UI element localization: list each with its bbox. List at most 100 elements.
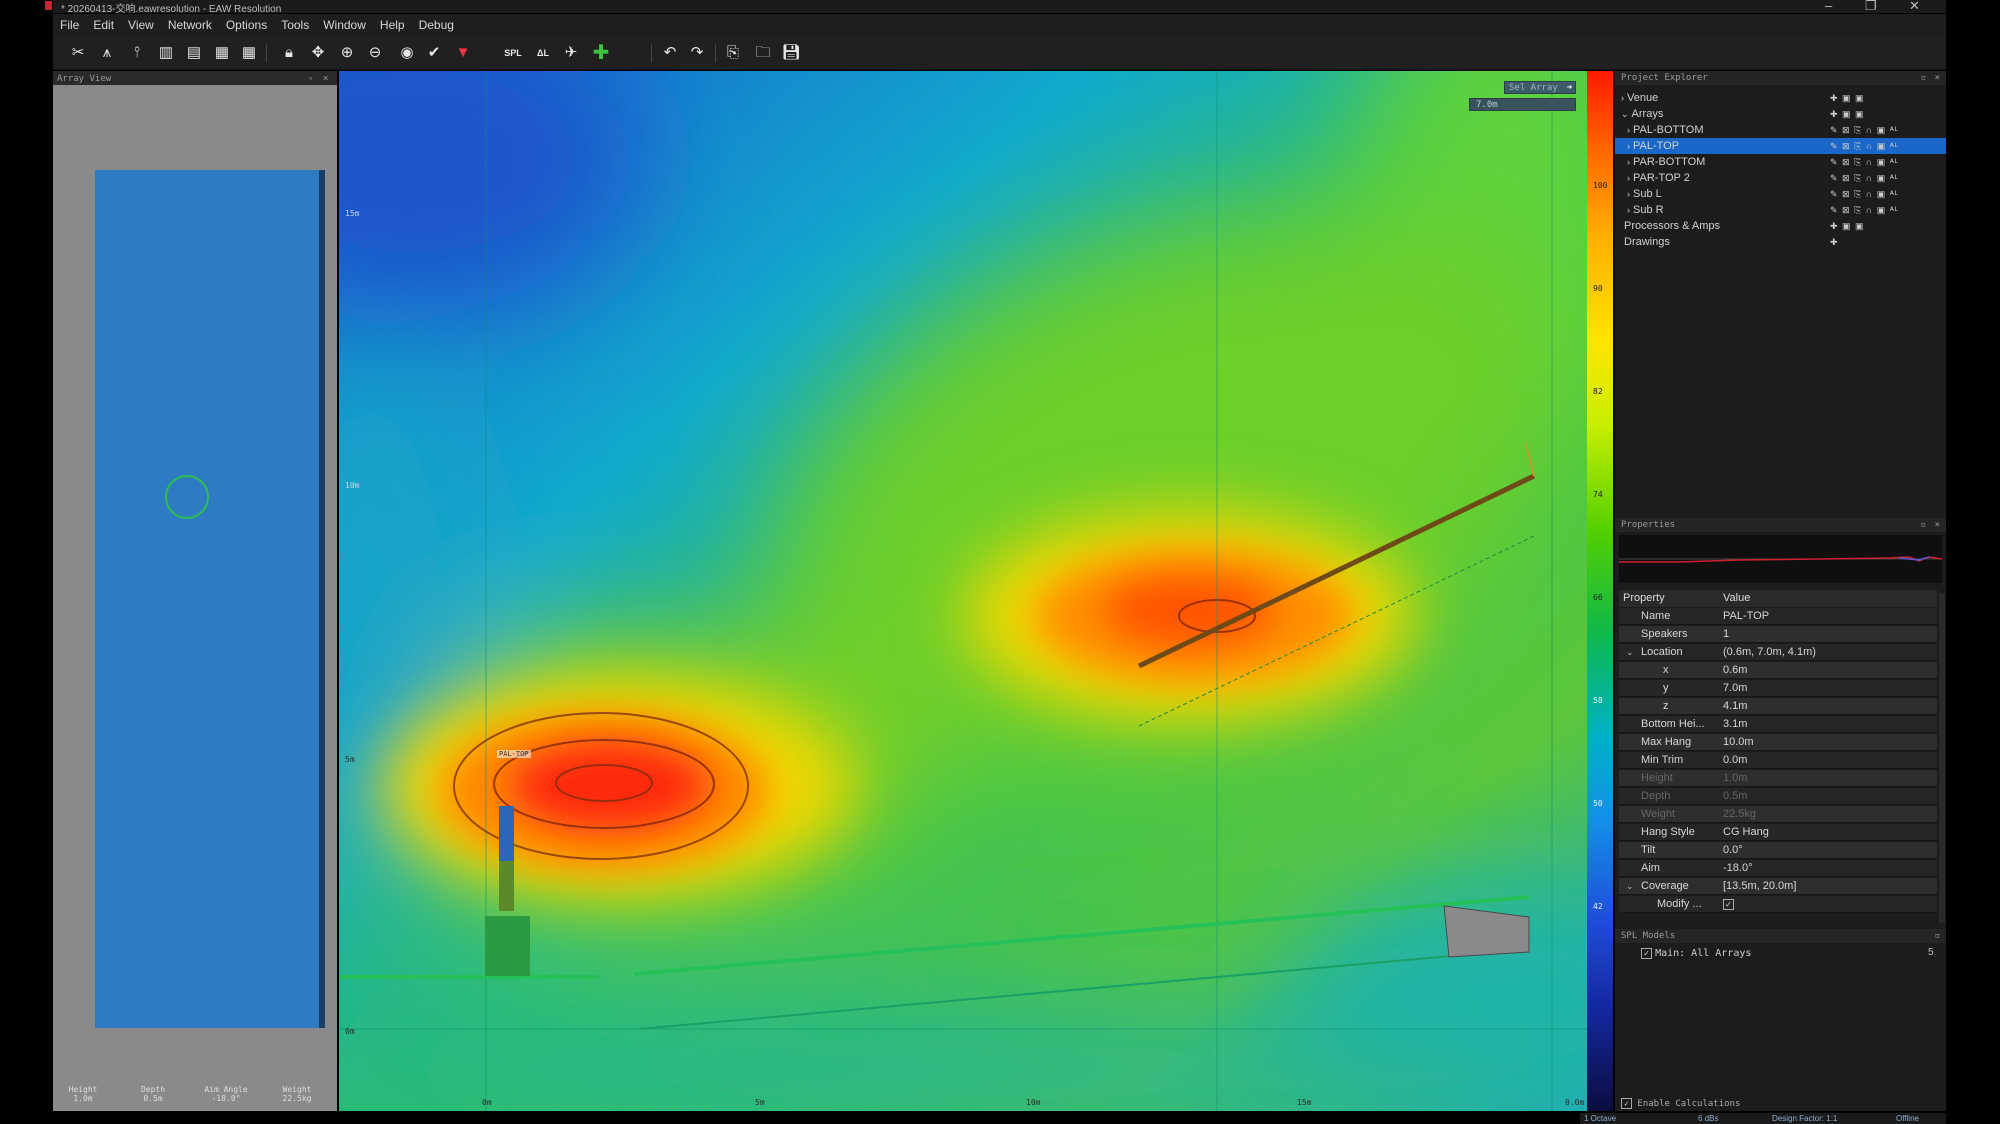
expand-icon[interactable]: › bbox=[1627, 189, 1630, 199]
array-icon[interactable]: ⩚ bbox=[97, 43, 117, 63]
property-row[interactable]: z 4.1m bbox=[1619, 698, 1937, 715]
property-row[interactable]: Speakers 1 bbox=[1619, 626, 1937, 643]
property-value[interactable]: -18.0° bbox=[1723, 860, 1752, 877]
mic-icon[interactable]: ▼ bbox=[453, 43, 473, 63]
enable-calc-checkbox[interactable]: ✓ bbox=[1621, 1098, 1632, 1109]
spl-icon[interactable]: SPL bbox=[503, 43, 523, 63]
selected-array-dropdown[interactable]: Sel Array ➜ bbox=[1504, 81, 1576, 94]
bars-icon[interactable]: ▥ bbox=[156, 43, 176, 63]
expand-icon[interactable]: › bbox=[1627, 141, 1630, 151]
zoom-out-icon[interactable]: ⊖ bbox=[365, 43, 385, 63]
tree-item[interactable]: › Sub R ✎ ⊠ ⎘ ∩ ▣ ᴬᴸ bbox=[1615, 202, 1946, 218]
bars-icon[interactable]: ▦ bbox=[239, 43, 259, 63]
property-row[interactable]: Name PAL-TOP bbox=[1619, 608, 1937, 625]
property-value[interactable]: 7.0m bbox=[1723, 680, 1747, 697]
open-icon[interactable]: 🗀︎ bbox=[753, 43, 773, 63]
minimize-button[interactable]: – bbox=[1825, 0, 1832, 13]
check-icon[interactable]: ✔ bbox=[424, 43, 444, 63]
property-row[interactable]: Bottom Hei... 3.1m bbox=[1619, 716, 1937, 733]
selected-value-field[interactable]: 7.0m bbox=[1469, 98, 1576, 111]
item-tools-icon[interactable]: ✎ ⊠ ⎘ ∩ ▣ ᴬᴸ bbox=[1830, 122, 1899, 138]
plus-icon[interactable]: ✚ bbox=[591, 43, 611, 63]
property-value[interactable]: 4.1m bbox=[1723, 698, 1747, 715]
bars-icon[interactable]: ▦ bbox=[212, 43, 232, 63]
menu-window[interactable]: Window bbox=[316, 18, 373, 32]
tree-item[interactable]: Processors & Amps ✚ ▣ ▣ bbox=[1615, 218, 1946, 234]
property-row[interactable]: Weight 22.5kg bbox=[1619, 806, 1937, 823]
property-row[interactable]: Tilt 0.0° bbox=[1619, 842, 1937, 859]
property-value[interactable]: 0.0° bbox=[1723, 842, 1743, 859]
property-row[interactable]: Max Hang 10.0m bbox=[1619, 734, 1937, 751]
property-row[interactable]: ⌄ Location (0.6m, 7.0m, 4.1m) bbox=[1619, 644, 1937, 661]
properties-scrollbar[interactable] bbox=[1939, 593, 1945, 923]
property-row[interactable]: Aim -18.0° bbox=[1619, 860, 1937, 877]
property-value[interactable]: CG Hang bbox=[1723, 824, 1769, 841]
undo-icon[interactable]: ↶ bbox=[660, 43, 680, 63]
pin-icon[interactable]: ▫ bbox=[309, 71, 312, 85]
property-value[interactable]: 22.5kg bbox=[1723, 806, 1756, 823]
tree-item[interactable]: › Venue ✚ ▣ ▣ bbox=[1615, 90, 1946, 106]
spl-heatmap[interactable] bbox=[339, 71, 1587, 1111]
property-value[interactable]: PAL-TOP bbox=[1723, 608, 1769, 625]
item-tools-icon[interactable]: ✚ bbox=[1830, 234, 1839, 250]
enable-calculations[interactable]: ✓ Enable Calculations bbox=[1621, 1098, 1740, 1109]
status-db[interactable]: 6 dBs bbox=[1698, 1113, 1718, 1124]
spl-icon[interactable]: ΔL bbox=[533, 43, 553, 63]
property-value[interactable]: [13.5m, 20.0m] bbox=[1723, 878, 1796, 895]
save-icon[interactable]: 💾︎ bbox=[781, 43, 801, 63]
expand-icon[interactable]: ⌄ bbox=[1621, 109, 1629, 119]
item-tools-icon[interactable]: ✚ ▣ ▣ bbox=[1830, 106, 1865, 122]
menu-options[interactable]: Options bbox=[219, 18, 274, 32]
menu-edit[interactable]: Edit bbox=[86, 18, 121, 32]
array-speaker-view[interactable] bbox=[95, 170, 325, 1028]
property-value[interactable]: 1 bbox=[1723, 626, 1729, 643]
close-button[interactable]: ✕ bbox=[1909, 0, 1920, 14]
expand-icon[interactable]: ⌄ bbox=[1626, 878, 1634, 895]
spl-map-view[interactable]: PAL-TOP 15m 10m 5m 0m 0m 5m 10m 15m 0.0m… bbox=[339, 71, 1587, 1111]
property-row[interactable]: ⌄ Coverage [13.5m, 20.0m] bbox=[1619, 878, 1937, 895]
property-row[interactable]: y 7.0m bbox=[1619, 680, 1937, 697]
zoom-in-icon[interactable]: ⊕ bbox=[337, 43, 357, 63]
tree-item[interactable]: › Sub L ✎ ⊠ ⎘ ∩ ▣ ᴬᴸ bbox=[1615, 186, 1946, 202]
expand-icon[interactable]: › bbox=[1627, 157, 1630, 167]
item-tools-icon[interactable]: ✎ ⊠ ⎘ ∩ ▣ ᴬᴸ bbox=[1830, 186, 1899, 202]
property-value[interactable]: (0.6m, 7.0m, 4.1m) bbox=[1723, 644, 1816, 661]
item-tools-icon[interactable]: ✎ ⊠ ⎘ ∩ ▣ ᴬᴸ bbox=[1830, 170, 1899, 186]
property-value[interactable]: 10.0m bbox=[1723, 734, 1754, 751]
item-tools-icon[interactable]: ✎ ⊠ ⎘ ∩ ▣ ᴬᴸ bbox=[1830, 138, 1899, 154]
speaker-icon[interactable]: ⫯ bbox=[127, 43, 147, 63]
property-value[interactable]: 0.6m bbox=[1723, 662, 1747, 679]
property-value[interactable]: 0.0m bbox=[1723, 752, 1747, 769]
property-value[interactable]: 3.1m bbox=[1723, 716, 1747, 733]
tree-item[interactable]: › PAR-BOTTOM ✎ ⊠ ⎘ ∩ ▣ ᴬᴸ bbox=[1615, 154, 1946, 170]
move-icon[interactable]: ✥ bbox=[308, 43, 328, 63]
array-aim-marker[interactable] bbox=[165, 475, 209, 519]
property-row[interactable]: Min Trim 0.0m bbox=[1619, 752, 1937, 769]
tree-item[interactable]: › PAR-TOP 2 ✎ ⊠ ⎘ ∩ ▣ ᴬᴸ bbox=[1615, 170, 1946, 186]
tool-icon[interactable]: ✂ bbox=[68, 43, 88, 63]
property-value[interactable]: 0.5m bbox=[1723, 788, 1747, 805]
menu-debug[interactable]: Debug bbox=[412, 18, 461, 32]
property-value[interactable]: ✓ bbox=[1723, 899, 1734, 910]
property-row[interactable]: Depth 0.5m bbox=[1619, 788, 1937, 805]
property-row[interactable]: x 0.6m bbox=[1619, 662, 1937, 679]
expand-icon[interactable]: ⌄ bbox=[1626, 644, 1634, 661]
item-tools-icon[interactable]: ✚ ▣ ▣ bbox=[1830, 218, 1865, 234]
property-row[interactable]: Hang Style CG Hang bbox=[1619, 824, 1937, 841]
property-row[interactable]: Height 1.0m bbox=[1619, 770, 1937, 787]
tree-item[interactable]: › PAL-TOP ✎ ⊠ ⎘ ∩ ▣ ᴬᴸ bbox=[1615, 138, 1946, 154]
model-checkbox[interactable]: ✓ bbox=[1641, 947, 1652, 959]
expand-icon[interactable]: › bbox=[1627, 205, 1630, 215]
menu-help[interactable]: Help bbox=[373, 18, 412, 32]
tree-item[interactable]: › PAL-BOTTOM ✎ ⊠ ⎘ ∩ ▣ ᴬᴸ bbox=[1615, 122, 1946, 138]
property-row[interactable]: Modify ... ✓ bbox=[1619, 896, 1937, 913]
expand-icon[interactable]: › bbox=[1627, 125, 1630, 135]
eye-icon[interactable]: ◉ bbox=[397, 43, 417, 63]
tree-item[interactable]: Drawings ✚ bbox=[1615, 234, 1946, 250]
property-value[interactable]: 1.0m bbox=[1723, 770, 1747, 787]
spl-model-item[interactable]: ✓ Main: All Arrays bbox=[1641, 947, 1751, 959]
maximize-button[interactable]: ❐ bbox=[1865, 0, 1877, 14]
close-icon[interactable]: × bbox=[323, 71, 328, 85]
menu-network[interactable]: Network bbox=[161, 18, 219, 32]
menu-view[interactable]: View bbox=[121, 18, 161, 32]
